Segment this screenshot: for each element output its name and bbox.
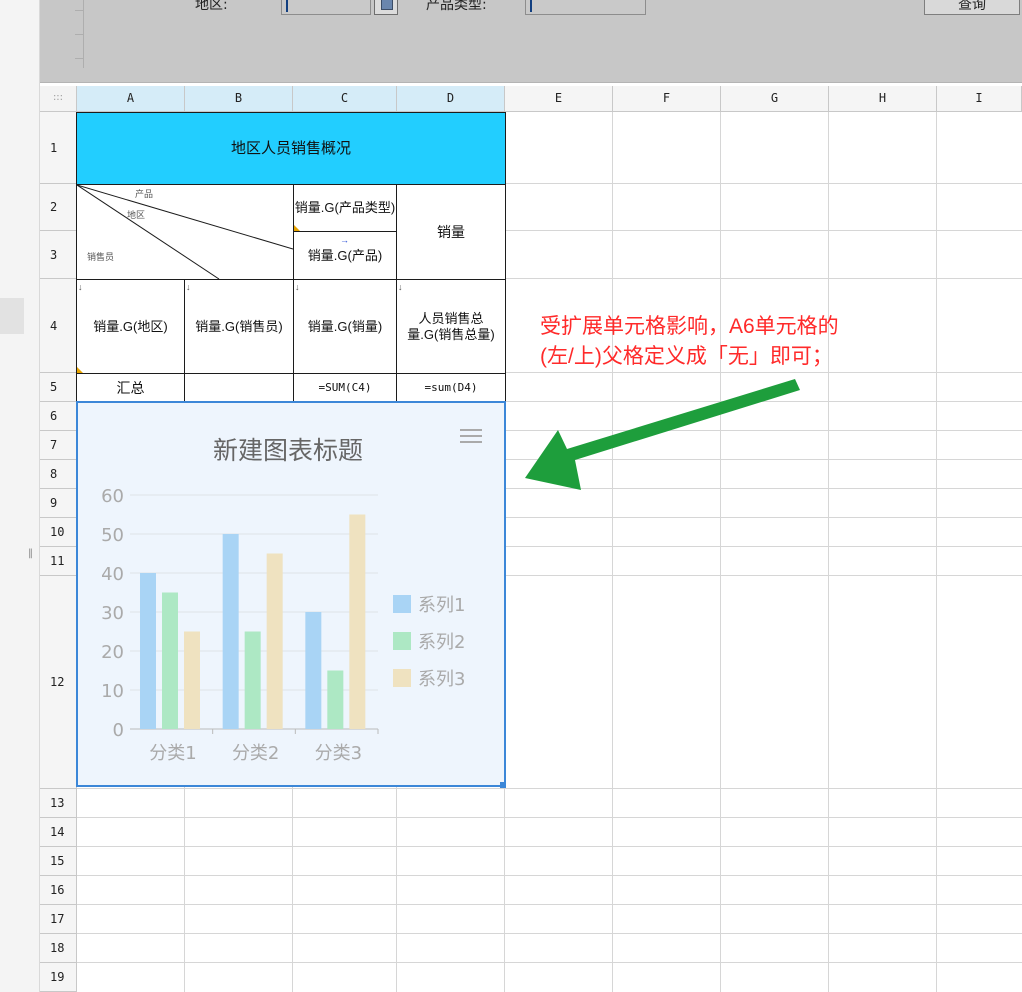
annotation-arrow-icon — [525, 379, 800, 490]
annotation-arrow-layer — [525, 379, 800, 490]
